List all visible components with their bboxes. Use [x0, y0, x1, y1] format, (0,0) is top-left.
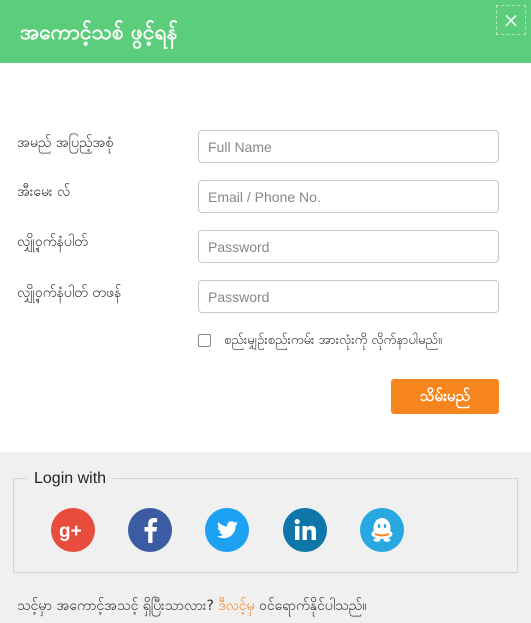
linkedin-icon [283, 508, 327, 552]
confirm-password-input[interactable] [198, 280, 499, 313]
password-label: လျှို့ဝှက်နံပါတ် [17, 234, 88, 250]
facebook-icon [128, 508, 172, 552]
submit-button[interactable]: သိမ်းမည် [391, 379, 499, 414]
twitter-icon [205, 508, 249, 552]
form-row-email: အီးမေး လ် [0, 180, 531, 213]
terms-checkbox[interactable] [198, 334, 211, 347]
login-prompt: သင့်မှာ အကောင့်အသင့် ရှိပြီးသာလား? ဒီလင့… [17, 595, 366, 617]
login-prompt-text: သင့်မှာ အကောင့်အသင့် ရှိပြီးသာလား? [17, 598, 214, 614]
dialog-header: အကောင့်သစ် ဖွင့်ရန် × [0, 0, 531, 63]
linkedin-button[interactable] [283, 508, 327, 552]
terms-label: စည်းမျှဥ်းစည်းကမ်း အားလုံးကို လိုက်နာပါမ… [224, 333, 442, 348]
social-login-legend: Login with [27, 468, 114, 490]
full-name-input[interactable] [198, 130, 499, 163]
email-label: အီးမေး လ် [17, 184, 71, 200]
twitter-button[interactable] [205, 508, 249, 552]
google-plus-icon: g+ [51, 508, 95, 552]
email-input[interactable] [198, 180, 499, 213]
confirm-password-label: လျှို့ဝှက်နံပါတ် တဖန် [17, 285, 122, 301]
google-plus-button[interactable]: g+ [51, 508, 95, 552]
password-input[interactable] [198, 230, 499, 263]
form-row-full-name: အမည် အပြည့်အစုံ [0, 130, 531, 163]
qq-button[interactable] [360, 508, 404, 552]
close-button[interactable]: × [496, 5, 526, 35]
social-login-section: Login with g+ သင့်မှာ အကောင့်အသင့် ရှိပြ… [0, 452, 531, 623]
full-name-label: အမည် အပြည့်အစုံ [17, 135, 114, 151]
qq-icon [360, 508, 404, 552]
facebook-button[interactable] [128, 508, 172, 552]
form-row-confirm-password: လျှို့ဝှက်နံပါတ် တဖန် [0, 280, 531, 313]
close-icon: × [502, 8, 520, 32]
form-row-password: လျှို့ဝှက်နံပါတ် [0, 230, 531, 263]
terms-agreement: စည်းမျှဥ်းစည်းကမ်း အားလုံးကို လိုက်နာပါမ… [198, 331, 498, 353]
svg-text:g+: g+ [59, 521, 82, 542]
dialog-title: အကောင့်သစ် ဖွင့်ရန် [20, 20, 178, 44]
login-prompt-suffix: ဝင်ရောက်နိုင်ပါသည်။ [258, 598, 367, 614]
login-link[interactable]: ဒီလင့်မှ [218, 598, 254, 614]
